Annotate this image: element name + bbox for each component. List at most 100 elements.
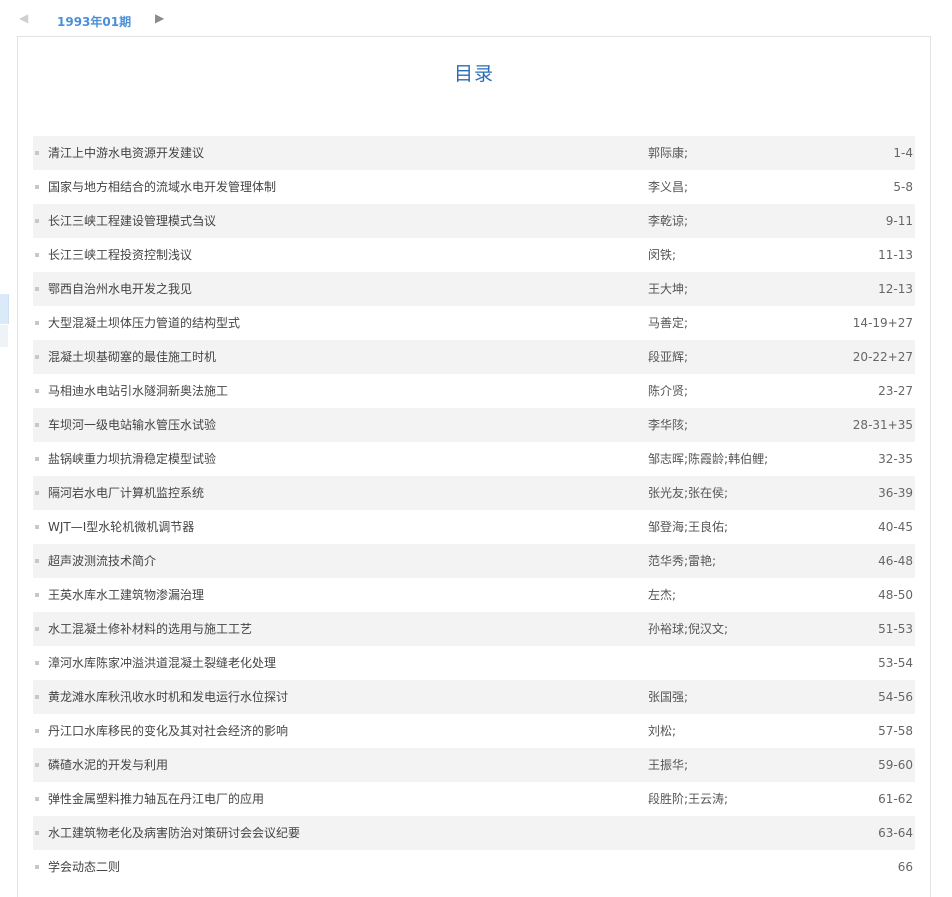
toc-row: 磷碴水泥的开发与利用 王振华; 59-60: [33, 748, 915, 782]
article-authors: 王振华;: [648, 758, 689, 772]
article-title-link[interactable]: 隔河岩水电厂计算机监控系统: [48, 476, 638, 510]
article-pages: 48-50: [878, 588, 913, 602]
toc-row: 大型混凝土坝体压力管道的结构型式 马善定; 14-19+27: [33, 306, 915, 340]
bullet-icon: [35, 695, 39, 699]
article-pages: 36-39: [878, 486, 913, 500]
article-title-link[interactable]: 马相迪水电站引水隧洞新奥法施工: [48, 374, 638, 408]
article-title-link[interactable]: 国家与地方相结合的流域水电开发管理体制: [48, 170, 638, 204]
article-title-link[interactable]: 学会动态二则: [48, 850, 638, 884]
article-pages: 28-31+35: [852, 418, 913, 432]
article-pages: 46-48: [878, 554, 913, 568]
article-title-link[interactable]: 车坝河一级电站输水管压水试验: [48, 408, 638, 442]
toc-row: 盐锅峡重力坝抗滑稳定模型试验 邹志晖;陈霞龄;韩伯鲤; 32-35: [33, 442, 915, 476]
article-title-link[interactable]: 混凝土坝基砌塞的最佳施工时机: [48, 340, 638, 374]
article-title-link[interactable]: 磷碴水泥的开发与利用: [48, 748, 638, 782]
side-scroll-marker-lower: [0, 325, 8, 347]
prev-issue-arrow-icon[interactable]: ◀: [19, 11, 28, 25]
article-authors: 段亚辉;: [648, 350, 689, 364]
article-title-link[interactable]: 清江上中游水电资源开发建议: [48, 136, 638, 170]
bullet-icon: [35, 797, 39, 801]
bullet-icon: [35, 389, 39, 393]
next-issue-arrow-icon[interactable]: ▶: [155, 11, 164, 25]
toc-row: 弹性金属塑料推力轴瓦在丹江电厂的应用 段胜阶;王云涛; 61-62: [33, 782, 915, 816]
bullet-icon: [35, 423, 39, 427]
toc-row: 清江上中游水电资源开发建议 郭际康; 1-4: [33, 136, 915, 170]
bullet-icon: [35, 219, 39, 223]
side-scroll-marker[interactable]: [0, 294, 9, 324]
toc-row: 混凝土坝基砌塞的最佳施工时机 段亚辉; 20-22+27: [33, 340, 915, 374]
article-pages: 9-11: [885, 214, 913, 228]
article-authors: 段胜阶;王云涛;: [648, 792, 729, 806]
bullet-icon: [35, 831, 39, 835]
article-pages: 1-4: [893, 146, 913, 160]
bullet-icon: [35, 457, 39, 461]
toc-row: 马相迪水电站引水隧洞新奥法施工 陈介贤; 23-27: [33, 374, 915, 408]
article-title-link[interactable]: 黄龙滩水库秋汛收水时机和发电运行水位探讨: [48, 680, 638, 714]
bullet-icon: [35, 185, 39, 189]
bullet-icon: [35, 729, 39, 733]
issue-toc-page: ◀ 1993年01期 ▶ 目录 清江上中游水电资源开发建议 郭际康; 1-4 国家与…: [0, 0, 952, 897]
article-authors: 李乾谅;: [648, 214, 689, 228]
article-title-link[interactable]: 弹性金属塑料推力轴瓦在丹江电厂的应用: [48, 782, 638, 816]
toc-row: 水工混凝土修补材料的选用与施工工艺 孙裕球;倪汉文; 51-53: [33, 612, 915, 646]
article-title-link[interactable]: 长江三峡工程投资控制浅议: [48, 238, 638, 272]
article-authors: 闵铁;: [648, 248, 677, 262]
bullet-icon: [35, 865, 39, 869]
toc-row: 黄龙滩水库秋汛收水时机和发电运行水位探讨 张国强; 54-56: [33, 680, 915, 714]
article-pages: 5-8: [893, 180, 913, 194]
bullet-icon: [35, 763, 39, 767]
article-authors: 张国强;: [648, 690, 689, 704]
toc-list: 清江上中游水电资源开发建议 郭际康; 1-4 国家与地方相结合的流域水电开发管理体制…: [33, 136, 915, 884]
article-authors: 李华陔;: [648, 418, 689, 432]
toc-row: 隔河岩水电厂计算机监控系统 张光友;张在侯; 36-39: [33, 476, 915, 510]
article-authors: 邹志晖;陈霞龄;韩伯鲤;: [648, 452, 769, 466]
issue-tab-label[interactable]: 1993年01期: [57, 13, 131, 30]
article-title-link[interactable]: WJT—Ⅰ型水轮机微机调节器: [48, 510, 638, 544]
article-title-link[interactable]: 水工混凝土修补材料的选用与施工工艺: [48, 612, 638, 646]
toc-row: 学会动态二则 66: [33, 850, 915, 884]
bullet-icon: [35, 287, 39, 291]
article-authors: 李义昌;: [648, 180, 689, 194]
article-title-link[interactable]: 鄂西自治州水电开发之我见: [48, 272, 638, 306]
article-pages: 14-19+27: [852, 316, 913, 330]
toc-title: 目录: [453, 63, 494, 85]
toc-row: 长江三峡工程建设管理模式刍议 李乾谅; 9-11: [33, 204, 915, 238]
issue-tab-bar: ◀ 1993年01期 ▶: [17, 8, 175, 38]
article-title-link[interactable]: 漳河水库陈家冲溢洪道混凝土裂缝老化处理: [48, 646, 638, 680]
article-authors: 邹登海;王良佑;: [648, 520, 729, 534]
bullet-icon: [35, 321, 39, 325]
article-title-link[interactable]: 长江三峡工程建设管理模式刍议: [48, 204, 638, 238]
toc-row: WJT—Ⅰ型水轮机微机调节器 邹登海;王良佑; 40-45: [33, 510, 915, 544]
article-pages: 63-64: [878, 826, 913, 840]
article-pages: 23-27: [878, 384, 913, 398]
article-authors: 郭际康;: [648, 146, 689, 160]
bullet-icon: [35, 355, 39, 359]
article-pages: 20-22+27: [852, 350, 913, 364]
article-authors: 张光友;张在侯;: [648, 486, 729, 500]
toc-row: 鄂西自治州水电开发之我见 王大坤; 12-13: [33, 272, 915, 306]
article-title-link[interactable]: 盐锅峡重力坝抗滑稳定模型试验: [48, 442, 638, 476]
article-pages: 53-54: [878, 656, 913, 670]
article-authors: 左杰;: [648, 588, 677, 602]
bullet-icon: [35, 491, 39, 495]
toc-row: 水工建筑物老化及病害防治对策研讨会会议纪要 63-64: [33, 816, 915, 850]
bullet-icon: [35, 559, 39, 563]
article-title-link[interactable]: 大型混凝土坝体压力管道的结构型式: [48, 306, 638, 340]
article-authors: 王大坤;: [648, 282, 689, 296]
article-pages: 57-58: [878, 724, 913, 738]
toc-row: 车坝河一级电站输水管压水试验 李华陔; 28-31+35: [33, 408, 915, 442]
article-title-link[interactable]: 超声波测流技术简介: [48, 544, 638, 578]
toc-row: 国家与地方相结合的流域水电开发管理体制 李义昌; 5-8: [33, 170, 915, 204]
article-authors: 马善定;: [648, 316, 689, 330]
article-title-link[interactable]: 丹江口水库移民的变化及其对社会经济的影响: [48, 714, 638, 748]
article-authors: 刘松;: [648, 724, 677, 738]
bullet-icon: [35, 151, 39, 155]
toc-row: 漳河水库陈家冲溢洪道混凝土裂缝老化处理 53-54: [33, 646, 915, 680]
article-title-link[interactable]: 水工建筑物老化及病害防治对策研讨会会议纪要: [48, 816, 638, 850]
article-title-link[interactable]: 王英水库水工建筑物渗漏治理: [48, 578, 638, 612]
article-pages: 66: [897, 860, 913, 874]
bullet-icon: [35, 253, 39, 257]
bullet-icon: [35, 525, 39, 529]
toc-row: 丹江口水库移民的变化及其对社会经济的影响 刘松; 57-58: [33, 714, 915, 748]
article-pages: 61-62: [878, 792, 913, 806]
